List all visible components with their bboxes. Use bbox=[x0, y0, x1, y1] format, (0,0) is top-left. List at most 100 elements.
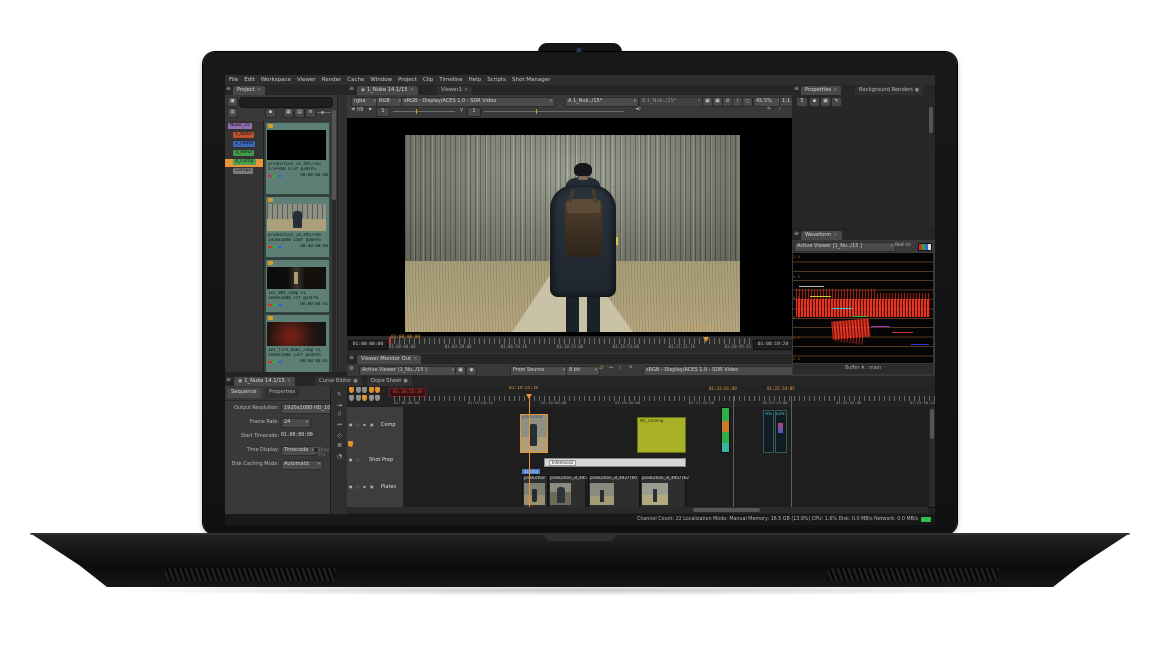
tag-shield-icon[interactable] bbox=[369, 395, 374, 401]
gamma-value[interactable]: 1 bbox=[467, 107, 481, 117]
bin-item[interactable]: 2_Foota bbox=[233, 141, 255, 147]
scope-source-dropdown[interactable]: Active Viewer [1_Nu../15 ]▾ bbox=[794, 242, 896, 252]
track-header-shotprep[interactable]: ● ○ Shot Prep bbox=[347, 451, 403, 474]
timeline-hscrollbar[interactable] bbox=[347, 507, 928, 513]
lock-icon[interactable]: ▪ bbox=[363, 423, 366, 427]
blend-icon[interactable]: ▣ bbox=[370, 485, 374, 489]
monitor-source-dropdown[interactable]: Active Viewer (1_Nu../15 )▾ bbox=[359, 366, 457, 376]
clip-comp-selected[interactable]: production bbox=[520, 414, 548, 453]
pencil-icon[interactable]: ✎ bbox=[767, 107, 771, 113]
gamma-slider[interactable] bbox=[484, 111, 624, 112]
bin-item[interactable]: Nuke_15 bbox=[228, 123, 252, 129]
tag-shield-icon[interactable] bbox=[362, 387, 367, 393]
subtab-sequence[interactable]: Sequence bbox=[227, 388, 261, 398]
bin-scrollbar[interactable] bbox=[332, 110, 336, 372]
close-icon[interactable]: × bbox=[287, 379, 291, 385]
panel-menu-icon[interactable]: ≡ bbox=[794, 86, 799, 93]
plates-tag[interactable]: 01r[50] bbox=[522, 469, 540, 474]
properties-scrollbar[interactable] bbox=[929, 107, 933, 226]
roi-icon[interactable]: ∕ bbox=[779, 107, 781, 113]
tree-row[interactable]: Comps bbox=[233, 168, 263, 176]
start-timecode-value[interactable]: 01:00:00:00 bbox=[281, 433, 313, 438]
speaker-icon[interactable]: ◄) bbox=[635, 107, 641, 113]
clip-inference[interactable]: Inference2 bbox=[544, 458, 686, 467]
gain-stop-label[interactable]: f/9 bbox=[357, 108, 363, 113]
scrollbar-handle[interactable] bbox=[930, 409, 934, 439]
scrollbar-handle[interactable] bbox=[693, 508, 760, 512]
clip-striped[interactable] bbox=[721, 407, 730, 453]
clip-retime-2[interactable]: L0% bbox=[775, 410, 787, 453]
gain-value[interactable]: 1 bbox=[376, 107, 390, 117]
tag-shield-icon[interactable] bbox=[356, 395, 361, 401]
lut-pencil-icon[interactable]: ✎ bbox=[629, 366, 633, 372]
bin-item[interactable]: 3_Rend bbox=[233, 150, 254, 156]
gamma-slider-mark[interactable] bbox=[536, 109, 537, 114]
gain-slider[interactable] bbox=[393, 111, 455, 112]
tag-shield-icon[interactable] bbox=[349, 387, 354, 393]
viewer-in-tc[interactable]: 01:00:00:00 bbox=[348, 340, 388, 350]
monitor-eye-button[interactable]: ◉ bbox=[466, 366, 477, 376]
bin-flag-button[interactable]: ▪ bbox=[265, 108, 276, 118]
track-header-plates[interactable]: ● ○ ▪ ▣ Plates bbox=[347, 473, 403, 508]
timeline-playhead[interactable] bbox=[529, 396, 530, 507]
menu-item[interactable]: Project bbox=[398, 77, 417, 83]
menu-item[interactable]: Viewer bbox=[297, 77, 316, 83]
close-icon[interactable]: × bbox=[257, 88, 261, 94]
scrollbar-handle[interactable] bbox=[929, 107, 933, 133]
clip-plate-1[interactable]: production bbox=[522, 475, 548, 508]
tag-shield-icon[interactable] bbox=[356, 387, 361, 393]
clip-plate-2[interactable]: production_id_495 bbox=[548, 475, 586, 508]
channels-dropdown[interactable]: rgba▾ bbox=[351, 97, 379, 107]
slip-tool-icon[interactable]: ⇥ bbox=[337, 403, 342, 410]
alpha-icon[interactable]: ∕ bbox=[619, 366, 621, 372]
thumb-size-slider[interactable] bbox=[317, 112, 331, 113]
menu-item[interactable]: Help bbox=[469, 77, 482, 83]
max-panels-field[interactable]: 5 bbox=[796, 97, 808, 107]
bin-clip-card[interactable]: 101_fish_0201_comp v1 2048x1080 115f @24… bbox=[265, 314, 330, 372]
mute-icon[interactable]: ● bbox=[349, 485, 353, 489]
roll-tool-icon[interactable]: ↔ bbox=[337, 422, 342, 429]
view-grid-button[interactable]: ▦ bbox=[283, 108, 294, 118]
tree-row[interactable]: Nuke_15 bbox=[228, 123, 263, 131]
eye-icon[interactable]: ○ bbox=[356, 423, 360, 427]
layer-dropdown[interactable]: RGB▾ bbox=[376, 97, 404, 107]
bin-item-selected[interactable]: 4_Comp bbox=[233, 159, 256, 165]
razor-tool-icon[interactable]: ≣ bbox=[337, 443, 342, 450]
frame-rate-dropdown[interactable]: 24▾ bbox=[281, 418, 311, 428]
bin-clip-card[interactable]: 101_004_comp v1 2048x1080 75f @24FPS 00:… bbox=[265, 259, 330, 313]
lock-icon[interactable]: ▪ bbox=[363, 485, 366, 489]
menu-item[interactable]: Scripts bbox=[487, 77, 506, 83]
time-display-dropdown[interactable]: Timecode▾ bbox=[281, 446, 317, 456]
track-header-comp[interactable]: ● ○ ▪ ▣ Comp bbox=[347, 407, 403, 452]
retime-tool-icon[interactable]: ◔ bbox=[337, 454, 342, 461]
gear-icon[interactable]: ⚙ bbox=[349, 366, 354, 372]
clip-plate-4[interactable]: production_id_4957762 bbox=[640, 475, 686, 508]
bin-item[interactable]: 1_Nuke bbox=[233, 132, 254, 138]
bin-clip-card[interactable]: production_id_4957762 473+968 673f @30FP… bbox=[265, 122, 330, 195]
tag-shield-icon[interactable] bbox=[375, 395, 380, 401]
monitor-display-button[interactable]: ▣ bbox=[455, 366, 466, 376]
bin-home-button[interactable]: ▣ bbox=[227, 97, 238, 107]
tag-shield-icon[interactable] bbox=[369, 387, 374, 393]
close-icon[interactable]: × bbox=[833, 233, 837, 239]
pencil-icon[interactable]: ✎ bbox=[831, 97, 842, 107]
view-detail-button[interactable]: ≡ bbox=[305, 108, 316, 118]
close-icon[interactable]: × bbox=[410, 88, 414, 94]
pin-icon[interactable]: ▣ bbox=[820, 97, 831, 107]
input-a-dropdown[interactable]: A 1_Nuk../15*▾ bbox=[565, 97, 639, 107]
from-source-dropdown[interactable]: From Source▾ bbox=[510, 366, 568, 376]
tag-shield-icon[interactable] bbox=[375, 387, 380, 393]
flop-icon[interactable]: ↔ bbox=[609, 366, 613, 372]
blend-icon[interactable]: ▣ bbox=[370, 423, 374, 427]
tree-row[interactable]: 2_Foota bbox=[233, 141, 263, 149]
tag-shield-icon[interactable] bbox=[362, 395, 367, 401]
menu-item[interactable]: Workspace bbox=[261, 77, 291, 83]
close-icon[interactable]: × bbox=[833, 88, 837, 94]
lock-icon[interactable]: ▪ bbox=[809, 97, 820, 107]
input-b-dropdown[interactable]: B 1_Nuk../15*▾ bbox=[639, 97, 703, 107]
bin-search-input[interactable] bbox=[239, 97, 333, 108]
timeline-playhead-handle[interactable] bbox=[526, 394, 532, 399]
viewer-canvas[interactable]: 01:19:55:19 bbox=[347, 118, 792, 336]
waveform-scope[interactable]: 1.00.80.60.40.20.0 bbox=[793, 253, 933, 363]
soft-effect-icon[interactable]: ◇ bbox=[337, 433, 342, 440]
